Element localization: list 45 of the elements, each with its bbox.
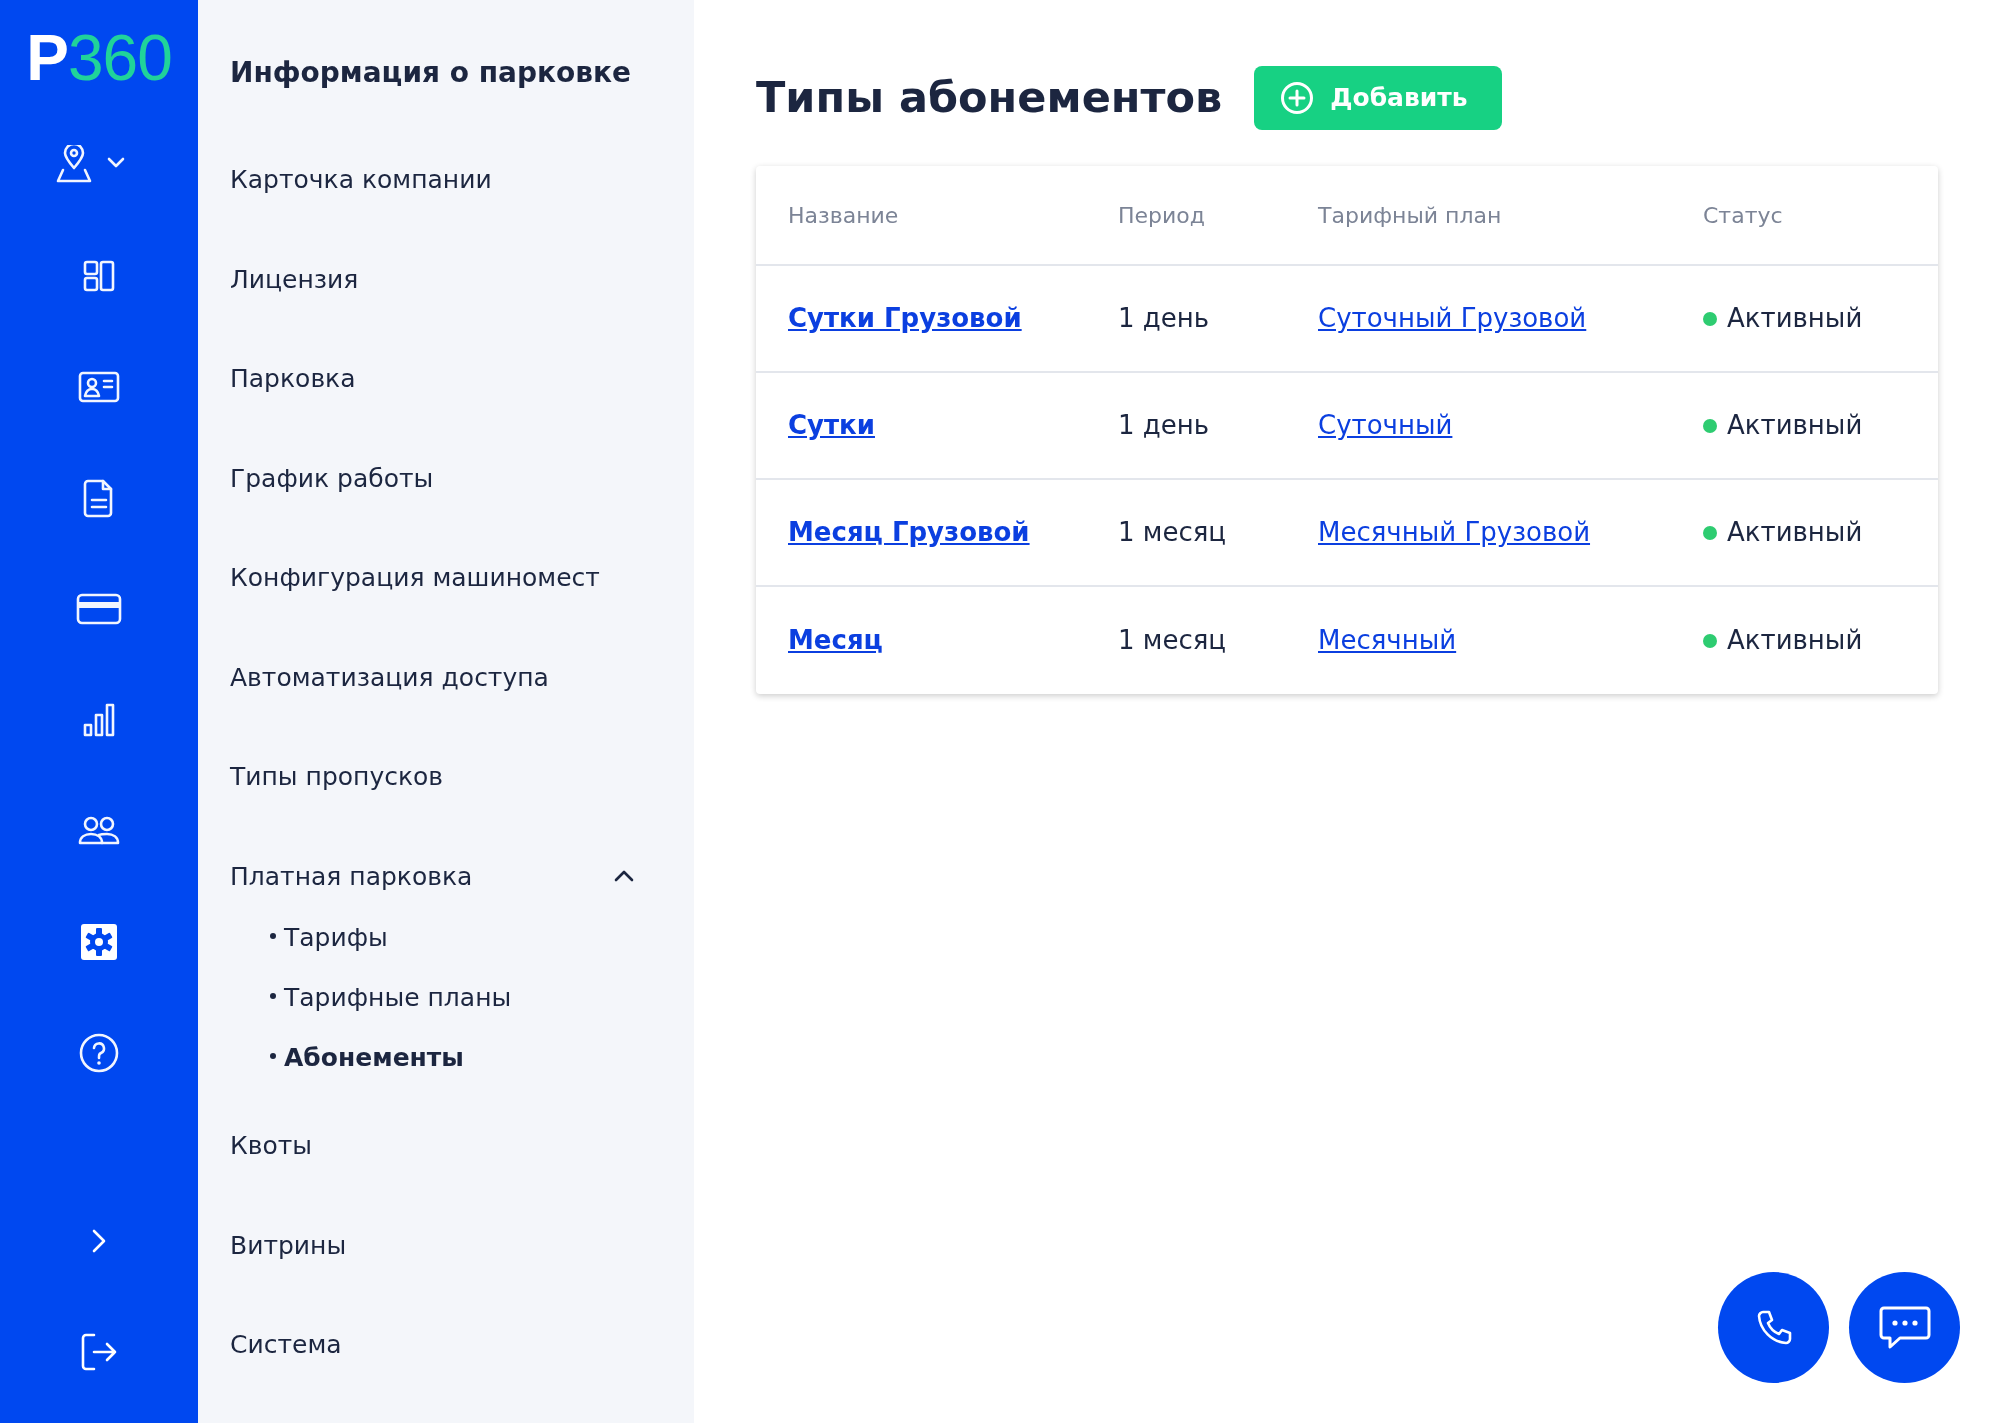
column-header: Период bbox=[1118, 201, 1206, 230]
sidebar-item[interactable]: Квоты bbox=[230, 1096, 694, 1196]
tariff-plan-link[interactable]: Месячный Грузовой bbox=[1318, 517, 1591, 547]
subscription-link[interactable]: Месяц bbox=[788, 625, 883, 655]
plus-circle-icon bbox=[1280, 81, 1315, 115]
bar-chart-icon[interactable] bbox=[81, 701, 117, 738]
tariff-plan-link[interactable]: Суточный bbox=[1318, 410, 1453, 440]
page-title: Типы абонементов bbox=[756, 72, 1223, 124]
help-icon[interactable] bbox=[79, 1032, 119, 1073]
sidebar-item[interactable]: Карточка компании bbox=[230, 130, 694, 230]
sidebar-item[interactable]: Система bbox=[230, 1295, 694, 1395]
chat-bubble-icon bbox=[1877, 1304, 1932, 1351]
status-text: Активный bbox=[1727, 409, 1863, 442]
table-cell-text: 1 день bbox=[1118, 409, 1211, 442]
tariff-plan-link[interactable]: Месячный bbox=[1318, 625, 1457, 655]
tariff-plan-link[interactable]: Суточный Грузовой bbox=[1318, 303, 1587, 333]
sidebar-item[interactable]: Автоматизация доступа bbox=[230, 627, 694, 727]
submenu-item[interactable]: Тарифные планы bbox=[230, 968, 694, 1028]
sidebar-item[interactable]: Типы пропусков bbox=[230, 727, 694, 827]
logout-icon[interactable] bbox=[80, 1331, 118, 1372]
sidebar-item[interactable]: Конфигурация машиномест bbox=[230, 528, 694, 628]
submenu-item[interactable]: Абонементы bbox=[230, 1028, 694, 1088]
column-header: Тарифный план bbox=[1318, 201, 1503, 230]
sidebar-title: Информация о парковке bbox=[230, 55, 632, 91]
column-header: Название bbox=[788, 201, 900, 230]
logo: P360 bbox=[26, 26, 172, 90]
sidebar-item[interactable]: Витрины bbox=[230, 1195, 694, 1295]
chevron-right-icon[interactable] bbox=[91, 1227, 107, 1254]
subscription-link[interactable]: Месяц Грузовой bbox=[788, 517, 1030, 547]
subscription-link[interactable]: Сутки Грузовой bbox=[788, 303, 1022, 333]
table-cell-text: 1 день bbox=[1118, 302, 1211, 335]
subscription-link[interactable]: Сутки bbox=[788, 410, 875, 440]
sidebar-item[interactable]: Парковка bbox=[230, 329, 694, 429]
column-header: Статус bbox=[1703, 201, 1784, 230]
sidebar-item[interactable]: Лицензия bbox=[230, 229, 694, 329]
table-cell-text: 1 месяц bbox=[1118, 624, 1228, 657]
chevron-up-icon[interactable] bbox=[614, 870, 634, 883]
people-icon[interactable] bbox=[77, 814, 121, 847]
status-text: Активный bbox=[1727, 516, 1863, 549]
status-text: Активный bbox=[1727, 302, 1863, 335]
status-text: Активный bbox=[1727, 624, 1863, 657]
settings-icon[interactable] bbox=[80, 922, 118, 961]
sidebar-item[interactable]: График работы bbox=[230, 428, 694, 528]
credit-card-icon[interactable] bbox=[76, 592, 122, 625]
table-cell-text: 1 месяц bbox=[1118, 516, 1228, 549]
